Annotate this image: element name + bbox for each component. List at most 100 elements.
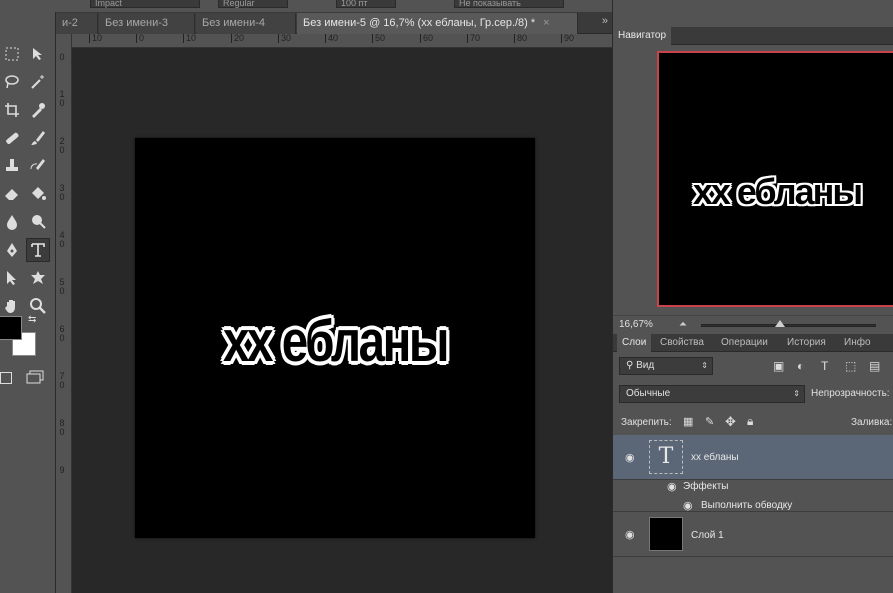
vertical-ruler[interactable]: 0 1 0 2 0 3 0 4 0 5 0 6 0 7 0 8 0 9 [56,34,72,593]
pen-tool[interactable] [0,238,24,262]
tab-overflow-icon[interactable]: » [602,15,608,27]
tab-info[interactable]: Инфо [839,334,876,352]
font-family-select[interactable]: Impact [90,0,200,8]
ruler-tick: 0 [59,52,65,62]
filter-adjustment-icon[interactable]: ◐ [797,359,804,373]
eyedropper-icon [32,103,45,118]
eyedropper-tool[interactable] [26,98,50,122]
tab-properties[interactable]: Свойства [655,334,709,352]
foreground-color-swatch-top[interactable] [0,316,22,340]
lasso-tool[interactable] [0,70,24,94]
paint-bucket-tool[interactable] [26,182,50,206]
tab-doc-2[interactable]: и-2 [56,13,98,34]
visibility-eye-icon[interactable]: ◉ [683,499,693,512]
tools-panel: ⇆ [0,12,56,593]
tab-doc-3[interactable]: Без имени-3 [99,13,195,34]
layer-name[interactable]: хх ебланы [691,452,739,463]
ruler-tick: 9 [59,465,65,475]
layer-row-text[interactable]: ◉ T хх ебланы [613,435,893,480]
eraser-tool[interactable] [0,182,24,206]
hand-icon [5,300,15,313]
layer-row-pixel[interactable]: ◉ Слой 1 [613,513,893,557]
document-canvas[interactable]: хх ебланы [135,138,535,538]
tab-layers[interactable]: Слои [617,334,652,352]
ruler-tick: 0 [59,286,65,296]
history-brush-icon [30,159,45,170]
filter-type-icon[interactable]: T [821,359,828,373]
tab-label: Без имени-5 @ 16,7% (хх ебланы, Гр.сер./… [303,17,536,29]
ruler-tick: 0 [59,333,65,343]
ruler-tick: 0 [59,192,65,202]
layers-panel-tabs: Слои Свойства Операции История Инфо [613,334,893,352]
hand-tool[interactable] [0,294,24,318]
filter-shape-icon[interactable]: ⬚ [845,359,856,373]
move-tool[interactable] [26,42,50,66]
clone-stamp-tool[interactable] [0,154,24,178]
filter-pixel-icon[interactable]: ▣ [773,359,784,373]
ruler-tick: 0 [59,145,65,155]
dodge-tool[interactable] [26,210,50,234]
brush-tool[interactable] [26,126,50,150]
ruler-tick: 70 [467,34,480,43]
visibility-eye-icon[interactable]: ◉ [625,451,635,464]
path-selection-tool[interactable] [0,266,24,290]
canvas-workspace[interactable]: хх ебланы [72,48,612,593]
magic-wand-tool[interactable] [26,70,50,94]
blur-tool[interactable] [0,210,24,234]
navigator-zoom-bar: 16,67% ⏶ [613,315,893,333]
tab-doc-5[interactable]: Без имени-5 @ 16,7% (хх ебланы, Гр.сер./… [297,13,578,34]
lock-pixels-brush-icon[interactable]: ✎ [705,415,714,428]
crop-tool[interactable] [0,98,24,122]
swap-colors-icon[interactable]: ⇆ [28,314,36,325]
screen-mode-icon[interactable] [26,370,44,384]
history-brush-tool[interactable] [26,154,50,178]
quick-mask-icon[interactable] [0,372,12,384]
canvas-text-layer[interactable]: хх ебланы [171,308,499,375]
panel-dock-top [613,0,893,26]
blend-mode-select[interactable]: Обычные ⇕ [619,385,805,403]
tab-label: и-2 [62,17,78,29]
zoom-slider[interactable] [701,320,876,327]
layer-name[interactable]: Слой 1 [691,530,724,541]
crop-icon [5,103,19,117]
ruler-tick: 60 [420,34,433,43]
effect-stroke-label[interactable]: Выполнить обводку [701,500,792,511]
eraser-icon [5,189,18,200]
filter-smart-object-icon[interactable]: ▤ [869,359,880,373]
pen-icon [7,243,17,257]
pixel-layer-thumbnail [649,517,683,551]
tab-actions[interactable]: Операции [716,334,773,352]
chevron-updown-icon: ⇕ [793,389,800,398]
tab-navigator[interactable]: Навигатор [613,27,672,45]
antialias-select[interactable]: Не показывать [454,0,564,8]
zoom-out-icon[interactable]: ⏶ [679,319,687,330]
marquee-tool[interactable] [0,42,24,66]
lock-position-move-icon[interactable]: ✥ [725,414,736,430]
horizontal-ruler[interactable]: 10 0 10 20 30 40 50 60 70 80 90 [72,34,612,48]
tab-history[interactable]: История [782,334,831,352]
close-icon[interactable]: × [543,17,549,29]
custom-shape-icon [31,271,45,284]
layer-filter-label: Вид [636,360,655,371]
layer-filter-select[interactable]: ⚲ Вид ⇕ [619,357,713,375]
navigator-panel-header: Навигатор [613,27,893,45]
move-icon [33,48,42,60]
visibility-eye-icon[interactable]: ◉ [667,480,677,493]
type-tool[interactable] [26,238,50,262]
font-size-select[interactable]: 100 пт [336,0,396,8]
zoom-value[interactable]: 16,67% [619,319,653,330]
magic-wand-icon [31,75,44,89]
brush-icon [31,131,45,145]
zoom-slider-thumb[interactable] [774,320,785,327]
layer-effects-group[interactable]: ◉ Эффекты ◉ Выполнить обводку [613,480,893,512]
tab-doc-4[interactable]: Без имени-4 [196,13,296,34]
healing-brush-tool[interactable] [0,126,24,150]
lock-transparency-icon[interactable]: ▦ [683,415,693,428]
visibility-eye-icon[interactable]: ◉ [625,528,635,541]
navigator-panel: хх ебланы [613,45,893,315]
font-style-select[interactable]: Regular [218,0,288,8]
navigator-preview[interactable]: хх ебланы [657,51,893,307]
magnifier-icon [30,298,46,314]
lock-all-icon[interactable]: 🔒︎ [747,414,753,429]
shape-tool[interactable] [26,266,50,290]
